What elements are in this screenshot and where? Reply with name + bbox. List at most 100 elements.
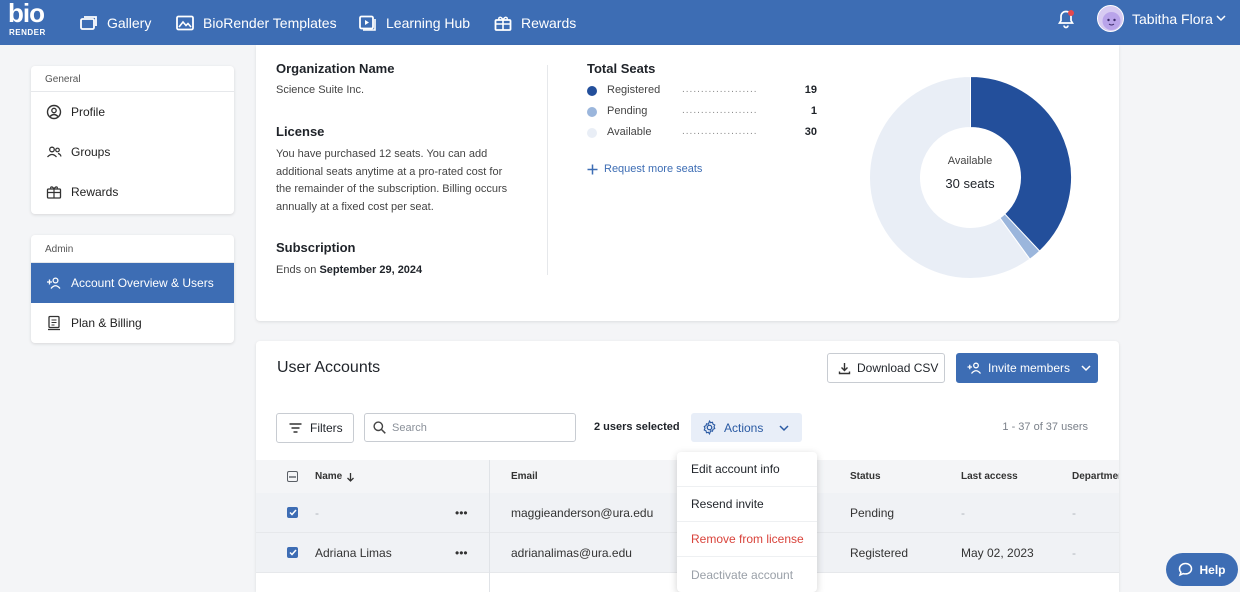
nav-gallery-label: Gallery — [107, 14, 152, 31]
chevron-down-icon — [779, 424, 789, 431]
gift-icon — [494, 16, 512, 31]
plus-icon — [587, 164, 598, 174]
org-name-heading: Organization Name — [276, 61, 395, 76]
menu-item-edit-account-info[interactable]: Edit account info — [677, 452, 817, 487]
sidebar-general-heading: General — [31, 66, 234, 92]
invite-members-label: Invite members — [988, 361, 1071, 375]
chevron-down-icon — [1081, 365, 1091, 372]
column-department[interactable]: Departmen — [1072, 460, 1119, 493]
request-more-seats-link[interactable]: Request more seats — [587, 163, 702, 175]
chat-bubble-icon — [1179, 562, 1193, 577]
help-label: Help — [1199, 562, 1226, 577]
subscription-end: Ends on September 29, 2024 — [276, 262, 422, 280]
nav-learning-hub-label: Learning Hub — [386, 14, 471, 31]
column-name-label: Name — [315, 471, 343, 482]
sidebar-item-groups[interactable]: Groups — [31, 132, 234, 172]
org-name-value: Science Suite Inc. — [276, 84, 365, 96]
sidebar-item-profile[interactable]: Profile — [31, 92, 234, 132]
sort-down-arrow-icon — [347, 472, 355, 482]
chevron-down-icon[interactable] — [1216, 14, 1226, 22]
menu-item-deactivate-account: Deactivate account — [691, 567, 794, 582]
nav-templates-label: BioRender Templates — [203, 14, 337, 31]
row-checkbox[interactable] — [287, 493, 298, 532]
row-name: Adriana Limas — [315, 545, 392, 560]
nav-rewards-label: Rewards — [521, 14, 577, 31]
menu-item-resend-invite[interactable]: Resend invite — [677, 487, 817, 522]
row-status: Registered — [850, 545, 909, 560]
user-name[interactable]: Tabitha Flora — [1132, 11, 1213, 27]
row-email: adrianalimas@ura.edu — [511, 545, 632, 560]
nav-biorender-templates[interactable]: BioRender Templates — [176, 0, 337, 45]
subscription-date: September 29, 2024 — [319, 264, 423, 276]
select-all-checkbox[interactable] — [287, 460, 298, 493]
selected-count: 2 users selected — [594, 421, 680, 433]
row-checkbox[interactable] — [287, 533, 298, 572]
subscription-prefix: Ends on — [276, 264, 317, 276]
invite-members-button[interactable]: Invite members — [956, 353, 1098, 383]
checkbox-partial — [287, 471, 298, 482]
actions-button[interactable]: Actions — [691, 413, 802, 442]
gallery-icon — [80, 15, 97, 30]
add-user-icon — [967, 362, 982, 374]
row-more-button[interactable]: ••• — [455, 533, 468, 572]
check-icon — [288, 509, 297, 516]
download-csv-button[interactable]: Download CSV — [827, 353, 945, 383]
donut-center-value: 30 seats — [945, 176, 995, 191]
sidebar-admin: Admin Account Overview & Users Plan & Bi… — [31, 235, 234, 343]
sidebar-item-label: Account Overview & Users — [71, 276, 214, 290]
avatar[interactable] — [1097, 5, 1124, 32]
search-input[interactable] — [392, 421, 562, 434]
help-button[interactable]: Help — [1166, 553, 1238, 586]
column-name[interactable]: Name — [315, 460, 355, 493]
nav-learning-hub[interactable]: Learning Hub — [359, 0, 470, 45]
sidebar-item-label: Profile — [71, 105, 106, 119]
logo-text: bio — [8, 0, 45, 28]
search-icon — [373, 421, 386, 434]
total-seats-heading: Total Seats — [587, 61, 656, 76]
user-accounts-title: User Accounts — [277, 359, 381, 376]
sidebar-admin-heading: Admin — [31, 235, 234, 263]
donut-center-label: Available — [947, 155, 993, 167]
download-csv-label: Download CSV — [857, 361, 939, 375]
filters-label: Filters — [310, 421, 343, 435]
image-icon — [176, 15, 194, 30]
biorender-logo[interactable]: bio RENDER — [8, 0, 48, 41]
account-overview-card: Organization Name Science Suite Inc. Lic… — [256, 45, 1119, 321]
row-department: - — [1072, 505, 1076, 520]
license-heading: License — [276, 124, 325, 139]
seat-label: Available — [607, 126, 652, 138]
row-email: maggieanderson@ura.edu — [511, 505, 654, 520]
seat-row-registered: Registered .................... 19 — [587, 84, 817, 100]
checkbox-checked — [287, 547, 298, 558]
available-legend-dot — [587, 128, 597, 138]
minus-icon — [289, 475, 296, 478]
nav-gallery[interactable]: Gallery — [80, 0, 151, 45]
overview-divider — [547, 65, 548, 275]
checkbox-checked — [287, 507, 298, 518]
dot-leader: .................... — [682, 126, 758, 137]
actions-label: Actions — [724, 420, 764, 435]
sidebar-item-label: Plan & Billing — [71, 316, 142, 330]
filters-button[interactable]: Filters — [276, 413, 354, 443]
sidebar-item-plan-billing[interactable]: Plan & Billing — [31, 303, 234, 343]
seat-value: 19 — [804, 84, 817, 96]
menu-item-remove-from-license[interactable]: Remove from license — [677, 522, 817, 557]
license-description: You have purchased 12 seats. You can add… — [276, 148, 508, 213]
column-email[interactable]: Email — [511, 460, 538, 493]
nav-rewards[interactable]: Rewards — [494, 0, 576, 45]
subscription-heading: Subscription — [276, 240, 356, 255]
gear-icon — [703, 420, 716, 435]
row-more-button[interactable]: ••• — [455, 493, 468, 532]
column-last-access[interactable]: Last access — [961, 460, 1018, 493]
column-status[interactable]: Status — [850, 460, 881, 493]
gift-icon — [46, 186, 62, 199]
billing-icon — [48, 315, 60, 331]
search-field — [364, 413, 576, 442]
row-name: - — [315, 505, 319, 520]
user-circle-icon — [46, 104, 62, 120]
name-column-divider — [489, 460, 490, 592]
sidebar-item-rewards[interactable]: Rewards — [31, 172, 234, 212]
sidebar-item-account-overview[interactable]: Account Overview & Users — [31, 263, 234, 303]
request-more-seats-label: Request more seats — [604, 163, 703, 175]
sidebar-general: General Profile Groups Rewards — [31, 66, 234, 214]
